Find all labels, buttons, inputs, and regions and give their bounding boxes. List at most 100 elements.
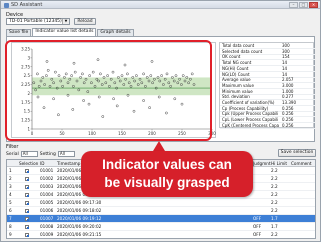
y-tick-label: 1.75 <box>21 100 30 105</box>
selection-checkbox[interactable] <box>25 233 29 237</box>
window-controls: – □ × <box>289 2 318 8</box>
data-point <box>42 106 46 110</box>
row-number: 1 <box>9 168 12 173</box>
y-tick-label: 2 <box>27 91 30 96</box>
selection-checkbox[interactable] <box>25 209 29 213</box>
row-id: 01008 <box>40 224 54 229</box>
setting-filter-label: Setting <box>39 151 56 157</box>
x-tick-label: 100 <box>88 131 96 136</box>
row-id: 01006 <box>40 208 54 213</box>
row-hi-limit: 2.2 <box>271 168 278 173</box>
data-point <box>126 72 129 76</box>
data-point <box>106 74 109 78</box>
reload-button[interactable]: Reload <box>74 18 96 25</box>
data-point <box>149 74 153 78</box>
app-icon <box>4 2 9 8</box>
row-hi-limit: 1.7 <box>271 224 278 229</box>
y-tick-label: 2.5 <box>24 73 31 78</box>
data-point <box>54 70 57 74</box>
row-id: 01009 <box>40 232 54 237</box>
tab-indicator-value-list[interactable]: Indicator value list details <box>32 28 97 36</box>
row-number: 9 <box>9 232 12 237</box>
row-number: 7 <box>9 216 12 221</box>
data-point <box>101 115 105 118</box>
data-point <box>160 74 163 78</box>
save-selection-button[interactable]: Save selection <box>278 149 316 157</box>
setting-filter-select[interactable]: All <box>57 151 75 157</box>
y-tick-label: 3 <box>27 55 30 60</box>
stat-key: CpK (Centered Process Capa <box>222 122 280 128</box>
table-row[interactable]: 8 01008 2020/01/06 09:20:02 OFF 1.7 <box>7 223 315 231</box>
x-tick-label: 150 <box>118 131 126 136</box>
data-point <box>45 74 48 78</box>
row-id: 01003 <box>40 184 54 189</box>
data-point <box>165 111 168 115</box>
y-tick-label: 3.25 <box>21 47 30 52</box>
data-point <box>112 97 115 101</box>
minimize-icon[interactable]: – <box>289 2 298 8</box>
row-timestamp: 2020/01/06 09:19:12 <box>57 216 102 221</box>
column-header-comment[interactable]: Comment <box>291 160 312 167</box>
filter-label: Filter <box>6 144 19 150</box>
selection-checkbox[interactable] <box>25 201 29 205</box>
chart-svg: 11.251.51.7522.252.52.7533.250 50 100 150 20… <box>21 47 216 137</box>
table-row[interactable]: 7 01007 2020/01/06 09:19:12 OFF 1.7 <box>7 215 315 223</box>
statistics-table: Total data count 300 Selected data count 30… <box>219 42 315 129</box>
table-row[interactable]: 9 01009 2020/01/06 09:21:15 OFF 2.2 <box>7 231 315 238</box>
row-id: 01004 <box>40 192 54 197</box>
row-number: 2 <box>9 176 12 181</box>
device-select[interactable]: TD-01 Portable (12345) ▼ <box>6 18 70 25</box>
serial-filter-select[interactable]: All <box>20 151 38 157</box>
data-point <box>46 68 50 72</box>
data-point <box>142 72 145 76</box>
data-point <box>132 109 136 113</box>
data-point <box>52 97 55 101</box>
data-point <box>64 72 68 76</box>
row-number: 4 <box>9 192 12 197</box>
chevron-down-icon[interactable]: ▼ <box>62 19 69 24</box>
row-hi-limit: 1.7 <box>271 216 278 221</box>
data-point <box>150 60 154 63</box>
data-point <box>180 102 184 106</box>
row-judgment: OFF <box>253 224 262 229</box>
tab-graph-details[interactable]: Graph details <box>97 29 134 36</box>
maximize-icon[interactable]: □ <box>299 2 308 8</box>
tab-save-file[interactable]: Save file <box>6 29 32 36</box>
data-point <box>174 74 178 78</box>
selection-checkbox[interactable] <box>25 217 29 221</box>
table-row[interactable]: 6 01006 2020/01/06 09:18:02 2.2 <box>7 207 315 215</box>
data-point <box>96 58 100 62</box>
y-tick-label: 2.25 <box>21 82 30 87</box>
selection-checkbox[interactable] <box>25 193 29 197</box>
column-header-hi-limit[interactable]: Hi Limit <box>271 160 287 167</box>
data-point <box>135 74 138 78</box>
table-row[interactable]: 5 01005 2020/01/06 09:17:30 2.2 <box>7 199 315 207</box>
x-tick-label: 0 <box>31 131 34 136</box>
column-header-timestamp[interactable]: Timestamp <box>57 160 80 167</box>
data-point <box>72 61 76 65</box>
data-point <box>190 72 194 76</box>
row-number: 8 <box>9 224 12 229</box>
y-tick-label: 1.5 <box>24 109 31 114</box>
selection-checkbox[interactable] <box>25 185 29 189</box>
column-header-id[interactable]: ID <box>40 160 44 167</box>
data-point <box>88 74 91 78</box>
row-timestamp: 2020/01/06 09:20:02 <box>57 224 102 229</box>
data-point <box>115 104 119 108</box>
column-header-judgment[interactable]: Judgmnt <box>253 160 271 167</box>
column-header-selection[interactable]: Selection <box>19 160 38 167</box>
selection-checkbox[interactable] <box>25 169 29 173</box>
selection-checkbox[interactable] <box>25 225 29 229</box>
selection-checkbox[interactable] <box>25 177 29 181</box>
data-point <box>157 95 161 99</box>
row-hi-limit: 2.2 <box>271 192 278 197</box>
row-hi-limit: 2.2 <box>271 232 278 237</box>
app-window: SD Assistant – □ × Device TD-01 Portable… <box>0 0 321 242</box>
window-title: SD Assistant <box>11 2 43 8</box>
tab-panel: 1 1.25 1.5 1.75 2 2.25 2.5 2.75 3 3.25 0 50 100 150 20… <box>6 36 315 142</box>
row-hi-limit: 2.2 <box>271 184 278 189</box>
callout-line-1: Indicator values can <box>102 157 232 172</box>
row-timestamp: 2020/01/06 09:21:15 <box>57 232 102 237</box>
indicator-chart: 1 1.25 1.5 1.75 2 2.25 2.5 2.75 3 3.25 0 50 100 150 20… <box>11 42 216 138</box>
close-icon[interactable]: × <box>309 2 318 8</box>
